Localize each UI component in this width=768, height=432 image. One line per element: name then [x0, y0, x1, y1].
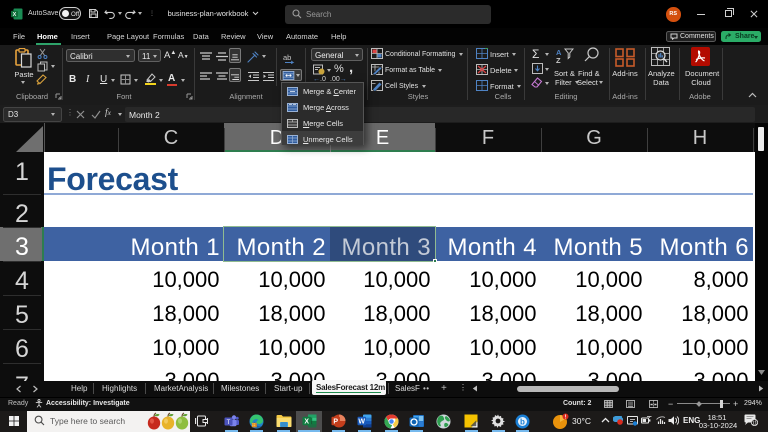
- svg-text:W: W: [358, 419, 365, 426]
- svg-text:b: b: [520, 418, 525, 427]
- svg-text:X: X: [13, 12, 17, 18]
- svg-text:P: P: [333, 419, 338, 426]
- svg-text:Z: Z: [556, 56, 561, 63]
- svg-text:ab: ab: [283, 53, 291, 62]
- svg-text:T: T: [227, 420, 231, 426]
- svg-text:!: !: [565, 415, 567, 421]
- svg-text:11: 11: [752, 421, 758, 426]
- svg-text:X: X: [304, 419, 309, 426]
